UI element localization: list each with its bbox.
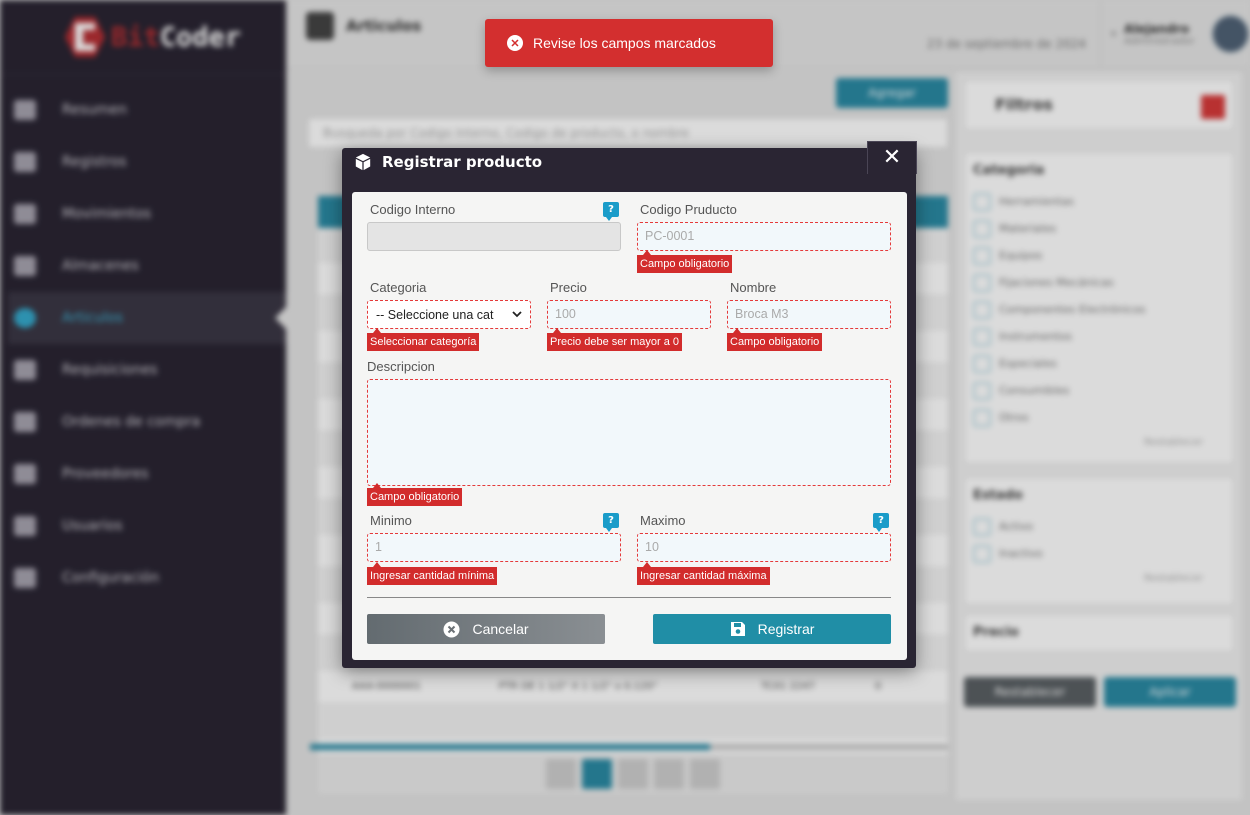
close-icon: ✕ <box>882 145 902 170</box>
close-circle-icon: ✕ <box>507 35 523 51</box>
codigo-producto-label: Codigo Pruducto <box>640 202 737 217</box>
precio-error: Precio debe ser mayor a 0 <box>547 328 683 351</box>
nombre-field[interactable]: Broca M3 <box>727 300 891 329</box>
descripcion-label: Descripcion <box>367 359 435 374</box>
minimo-label: Minimo <box>370 513 412 528</box>
cancel-label: Cancelar <box>472 621 529 637</box>
precio-field[interactable]: 100 <box>547 300 711 329</box>
close-circle-icon <box>443 621 460 637</box>
codigo-producto-field[interactable]: PC-0001 <box>637 222 891 251</box>
codigo-interno-help-icon[interactable]: ? <box>603 202 619 221</box>
minimo-error: Ingresar cantidad mínima <box>367 562 498 585</box>
modal-header: Registrar producto <box>342 148 916 176</box>
codigo-interno-label: Codigo Interno <box>370 202 456 217</box>
register-product-modal: Registrar producto ✕ Codigo Interno ? Co… <box>342 141 917 668</box>
categoria-selected: -- Seleccione una cat <box>376 307 494 322</box>
nombre-label: Nombre <box>730 280 777 295</box>
categoria-select[interactable]: -- Seleccione una cat <box>367 300 531 329</box>
categoria-error: Seleccionar categoría <box>367 328 480 351</box>
maximo-help-icon[interactable]: ? <box>873 513 889 532</box>
register-label: Registrar <box>757 621 815 637</box>
modal-title: Registrar producto <box>382 153 543 171</box>
precio-label: Precio <box>550 280 587 295</box>
save-icon <box>730 622 745 636</box>
toast-message: Revise los campos marcados <box>533 35 716 51</box>
minimo-help-icon[interactable]: ? <box>603 513 619 532</box>
maximo-label: Maximo <box>640 513 686 528</box>
minimo-field[interactable]: 1 <box>367 533 621 562</box>
cancel-button[interactable]: Cancelar <box>367 614 605 644</box>
descripcion-textarea[interactable] <box>367 379 891 486</box>
form-divider <box>367 597 891 598</box>
register-button[interactable]: Registrar <box>653 614 891 644</box>
maximo-field[interactable]: 10 <box>637 533 891 562</box>
box-icon <box>355 153 371 171</box>
error-toast: ✕ Revise los campos marcados <box>485 19 773 67</box>
descripcion-error: Campo obligatorio <box>367 483 463 506</box>
codigo-producto-error: Campo obligatorio <box>637 250 733 273</box>
modal-body: Codigo Interno ? Codigo Pruducto PC-0001… <box>352 192 907 660</box>
nombre-error: Campo obligatorio <box>727 328 823 351</box>
codigo-interno-field[interactable] <box>367 222 621 251</box>
categoria-label: Categoria <box>370 280 427 295</box>
chevron-down-icon <box>512 311 522 318</box>
maximo-error: Ingresar cantidad máxima <box>637 562 770 585</box>
close-modal-button[interactable]: ✕ <box>867 141 917 174</box>
